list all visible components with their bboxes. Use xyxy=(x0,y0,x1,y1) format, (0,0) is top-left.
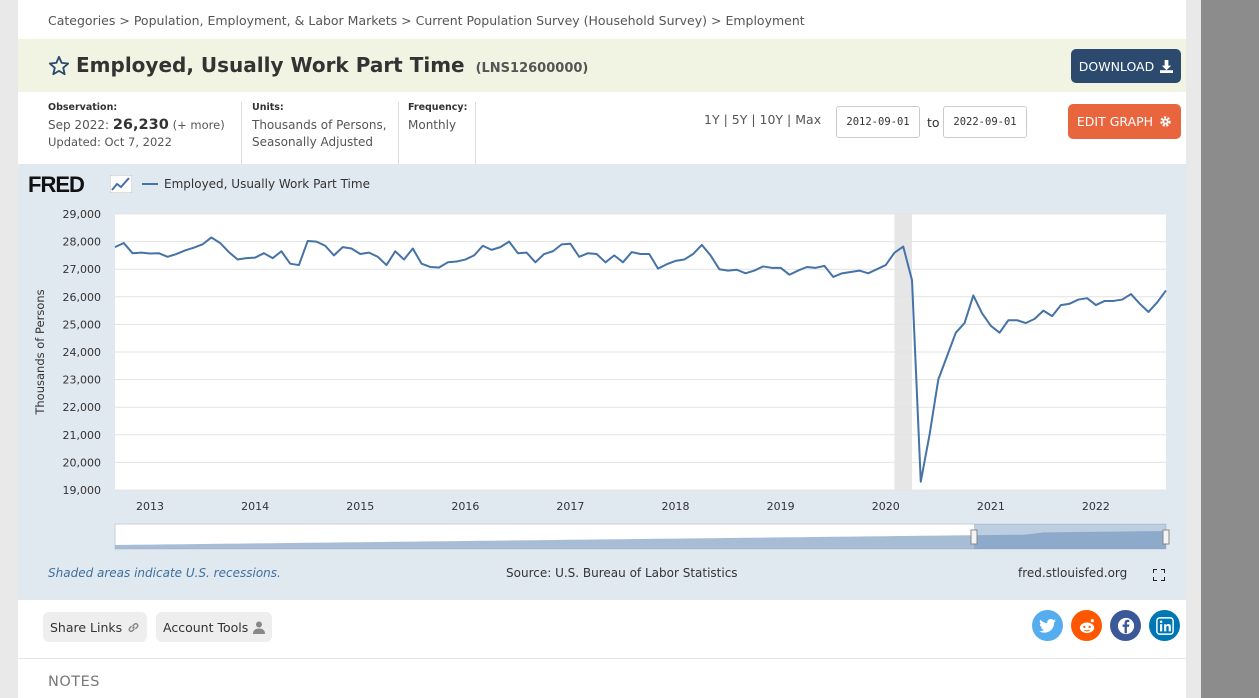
start-date-input[interactable]: 2012-09-01 xyxy=(836,106,920,138)
x-tick-label: 2020 xyxy=(872,500,900,513)
notes-heading: NOTES xyxy=(48,674,100,690)
y-tick-label: 20,000 xyxy=(63,456,102,469)
x-tick-label: 2022 xyxy=(1082,500,1110,513)
star-icon[interactable] xyxy=(48,55,70,77)
breadcrumb-item-employment[interactable]: Employment xyxy=(725,13,804,28)
breadcrumb-separator: > xyxy=(710,13,722,28)
chart-legend[interactable]: Employed, Usually Work Part Time xyxy=(142,177,370,191)
x-tick-label: 2019 xyxy=(767,500,795,513)
meta-divider xyxy=(475,102,476,164)
frequency-label: Frequency: xyxy=(408,102,468,113)
share-links-button[interactable]: Share Links xyxy=(43,612,148,642)
range-link-max[interactable]: Max xyxy=(795,112,821,127)
range-link-1y[interactable]: 1Y xyxy=(704,112,720,127)
source-note[interactable]: Source: U.S. Bureau of Labor Statistics xyxy=(506,566,738,580)
edit-graph-label: EDIT GRAPH xyxy=(1076,114,1154,129)
chart[interactable]: 19,000 20,000 21,000 22,000 23,000 24,000 25,0… xyxy=(18,164,1186,554)
meta-divider xyxy=(241,102,242,164)
left-gutter xyxy=(0,0,18,698)
observation-value: 26,230 xyxy=(112,117,169,133)
fullscreen-icon[interactable] xyxy=(1153,569,1165,581)
y-tick-label: 23,000 xyxy=(63,374,102,387)
y-tick-label: 28,000 xyxy=(63,236,102,249)
linkedin-icon[interactable] xyxy=(1149,610,1180,641)
units-line-1: Thousands of Persons, xyxy=(252,118,387,132)
y-tick-label: 19,000 xyxy=(63,484,102,497)
y-tick-label: 29,000 xyxy=(63,208,102,221)
fred-logo: FRED xyxy=(28,172,85,197)
series-title: Employed, Usually Work Part Time xyxy=(76,53,465,77)
y-tick-label: 26,000 xyxy=(63,291,102,304)
x-tick-label: 2021 xyxy=(977,500,1005,513)
range-links: 1Y | 5Y | 10Y | Max xyxy=(704,112,822,127)
breadcrumb-item-categories[interactable]: Categories xyxy=(48,13,115,28)
title-bar: Employed, Usually Work Part Time (LNS126… xyxy=(18,39,1186,92)
navigator-handle-left[interactable] xyxy=(970,529,978,545)
observation-label: Observation: xyxy=(48,102,118,113)
share-row: Share Links Account Tools xyxy=(18,600,1186,659)
observation-more-link[interactable]: (+ more) xyxy=(173,118,225,132)
units-line-2: Seasonally Adjusted xyxy=(252,135,374,149)
y-tick-label: 22,000 xyxy=(63,401,102,414)
link-icon xyxy=(128,622,139,632)
page: Categories > Population, Employment, & L… xyxy=(18,0,1186,698)
date-to-label: to xyxy=(927,115,940,130)
units-label: Units: xyxy=(252,102,284,113)
breadcrumb-separator: > xyxy=(401,13,412,28)
breadcrumb-separator: > xyxy=(119,13,130,28)
frequency-block: Frequency: Monthly xyxy=(408,102,467,134)
legend-swatch xyxy=(142,183,158,185)
updated-date: Updated: Oct 7, 2022 xyxy=(48,135,172,149)
y-tick-label: 21,000 xyxy=(63,429,102,442)
page-title: Employed, Usually Work Part Time (LNS126… xyxy=(76,53,588,77)
navigator-handle-right[interactable] xyxy=(1162,529,1170,545)
chart-logo-icon xyxy=(110,175,132,193)
units-block: Units: Thousands of Persons, Seasonally … xyxy=(252,102,387,151)
right-gutter xyxy=(1186,0,1201,698)
breadcrumb-item-cps[interactable]: Current Population Survey (Household Sur… xyxy=(416,13,707,28)
download-label: DOWNLOAD xyxy=(1078,58,1155,74)
twitter-icon[interactable] xyxy=(1032,610,1063,641)
edit-graph-button[interactable]: EDIT GRAPH xyxy=(1068,104,1181,139)
fred-url[interactable]: fred.stlouisfed.org xyxy=(1018,566,1127,580)
range-link-10y[interactable]: 10Y xyxy=(760,112,784,127)
y-tick-label: 25,000 xyxy=(63,318,102,331)
x-tick-label: 2015 xyxy=(346,500,374,513)
download-icon xyxy=(1160,59,1174,73)
series-id: (LNS12600000) xyxy=(475,61,589,76)
x-tick-label: 2018 xyxy=(662,500,690,513)
reddit-icon[interactable] xyxy=(1071,610,1102,641)
x-tick-label: 2014 xyxy=(241,500,269,513)
meta-divider xyxy=(398,102,399,164)
graph-area: 19,000 20,000 21,000 22,000 23,000 24,000 25,0… xyxy=(18,164,1186,600)
x-tick-label: 2013 xyxy=(136,500,164,513)
breadcrumb-item-population[interactable]: Population, Employment, & Labor Markets xyxy=(134,13,397,28)
y-tick-label: 24,000 xyxy=(63,346,102,359)
share-links-label: Share Links xyxy=(50,619,123,635)
gear-icon xyxy=(1160,116,1171,127)
navigator-selection[interactable] xyxy=(974,524,1166,549)
end-date-input[interactable]: 2022-09-01 xyxy=(943,106,1027,138)
x-tick-label: 2016 xyxy=(451,500,479,513)
observation-block: Observation: Sep 2022: 26,230 (+ more) U… xyxy=(48,102,225,151)
recession-note: Shaded areas indicate U.S. recessions. xyxy=(48,566,281,580)
x-tick-label: 2017 xyxy=(556,500,584,513)
facebook-icon[interactable] xyxy=(1110,610,1141,641)
y-tick-label: 27,000 xyxy=(63,263,102,276)
legend-label: Employed, Usually Work Part Time xyxy=(164,177,370,191)
account-tools-label: Account Tools xyxy=(163,619,249,635)
y-axis-label: Thousands of Persons xyxy=(33,289,47,415)
frequency-value: Monthly xyxy=(408,118,457,132)
observation-date: Sep 2022: xyxy=(48,118,110,132)
breadcrumb: Categories > Population, Employment, & L… xyxy=(48,13,805,28)
user-icon xyxy=(253,621,266,634)
account-tools-button[interactable]: Account Tools xyxy=(156,612,273,642)
download-button[interactable]: DOWNLOAD xyxy=(1071,49,1181,83)
range-link-5y[interactable]: 5Y xyxy=(732,112,748,127)
